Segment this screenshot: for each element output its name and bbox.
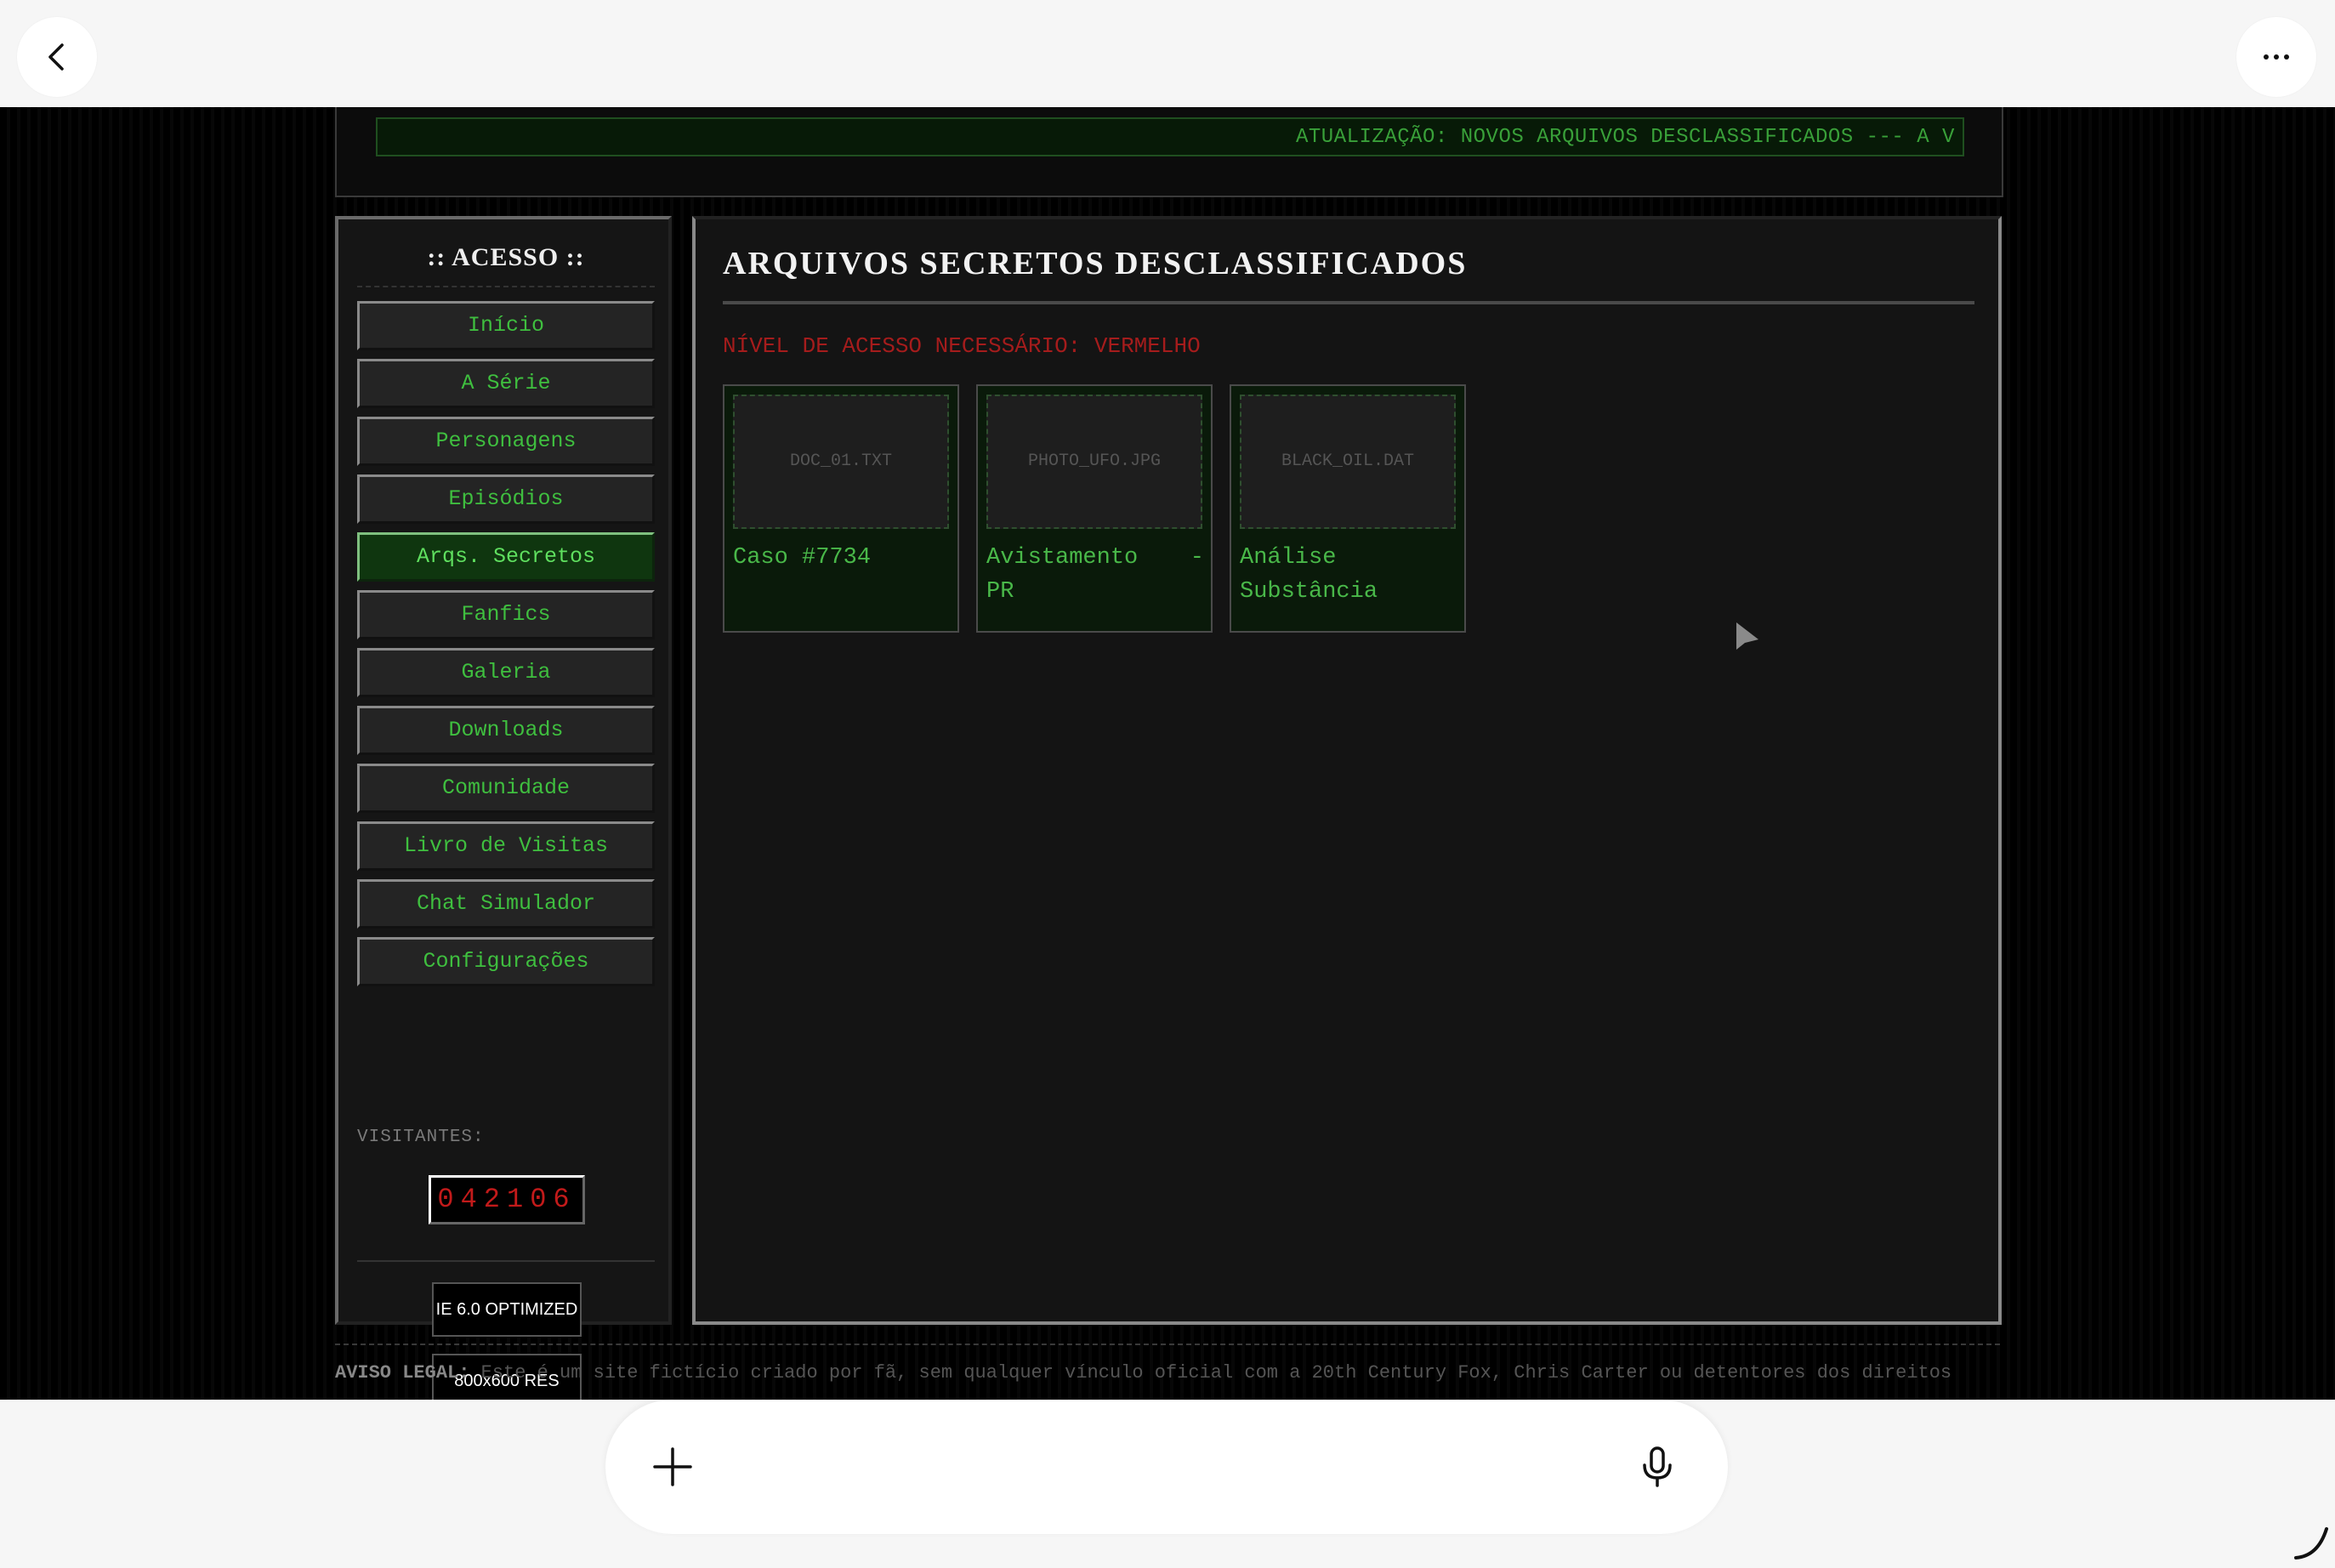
legal-label: AVISO LEGAL: bbox=[335, 1362, 470, 1383]
sidebar: :: ACESSO :: Início A Série Personagens … bbox=[335, 216, 672, 1408]
footer-divider bbox=[335, 1344, 2000, 1345]
bottom-bar bbox=[0, 1400, 2335, 1568]
nav-item-downloads[interactable]: Downloads bbox=[357, 706, 655, 755]
file-thumbnail: DOC_01.TXT bbox=[733, 395, 949, 529]
nav-item-configuracoes[interactable]: Configurações bbox=[357, 937, 655, 986]
ie-optimized-badge: IE 6.0 OPTIMIZED bbox=[432, 1282, 582, 1337]
file-label: Avistamento - PR bbox=[986, 545, 1204, 605]
visitors-label: VISITANTES: bbox=[357, 1128, 485, 1147]
nav-item-fanfics[interactable]: Fanfics bbox=[357, 590, 655, 639]
nav-item-livro-de-visitas[interactable]: Livro de Visitas bbox=[357, 821, 655, 871]
cursor-icon bbox=[1736, 622, 1758, 650]
microphone-icon[interactable] bbox=[1634, 1444, 1680, 1490]
top-app-bar bbox=[0, 0, 2335, 107]
plus-icon[interactable] bbox=[650, 1444, 696, 1490]
sidebar-title: :: ACESSO :: bbox=[427, 243, 585, 271]
nav-item-chat-simulador[interactable]: Chat Simulador bbox=[357, 879, 655, 929]
more-options-button[interactable] bbox=[2236, 17, 2316, 97]
ticker-container: ATUALIZAÇÃO: NOVOS ARQUIVOS DESCLASSIFIC… bbox=[335, 107, 2003, 197]
visitor-counter: 042106 bbox=[429, 1175, 585, 1224]
ellipsis-icon bbox=[2264, 54, 2289, 60]
page-title: ARQUIVOS SECRETOS DESCLASSIFICADOS bbox=[723, 246, 1468, 281]
file-thumbnail: BLACK_OIL.DAT bbox=[1240, 395, 1456, 529]
nav-item-inicio[interactable]: Início bbox=[357, 301, 655, 350]
news-ticker: ATUALIZAÇÃO: NOVOS ARQUIVOS DESCLASSIFIC… bbox=[376, 117, 1964, 156]
title-divider bbox=[723, 301, 1974, 304]
main-content: ARQUIVOS SECRETOS DESCLASSIFICADOS NÍVEL… bbox=[692, 216, 2002, 1325]
file-card[interactable]: BLACK_OIL.DAT Análise Substância bbox=[1230, 384, 1466, 633]
legal-text: Este é um site fictício criado por fã, s… bbox=[480, 1362, 1952, 1383]
sidebar-divider-bottom bbox=[357, 1260, 655, 1262]
nav-item-a-serie[interactable]: A Série bbox=[357, 359, 655, 408]
file-card[interactable]: PHOTO_UFO.JPG Avistamento - PR bbox=[976, 384, 1213, 633]
nav-item-comunidade[interactable]: Comunidade bbox=[357, 764, 655, 813]
prompt-input[interactable] bbox=[605, 1400, 1728, 1534]
ticker-text: ATUALIZAÇÃO: NOVOS ARQUIVOS DESCLASSIFIC… bbox=[1296, 126, 1955, 149]
access-level-notice: NÍVEL DE ACESSO NECESSÁRIO: VERMELHO bbox=[723, 333, 1201, 359]
file-card[interactable]: DOC_01.TXT Caso #7734 bbox=[723, 384, 959, 633]
file-label: Análise Substância bbox=[1240, 545, 1378, 605]
web-page: ATUALIZAÇÃO: NOVOS ARQUIVOS DESCLASSIFIC… bbox=[0, 107, 2335, 1408]
resize-handle-icon[interactable] bbox=[2292, 1524, 2330, 1561]
file-thumbnail: PHOTO_UFO.JPG bbox=[986, 395, 1202, 529]
chevron-left-icon bbox=[48, 43, 64, 71]
nav-item-galeria[interactable]: Galeria bbox=[357, 648, 655, 697]
back-button[interactable] bbox=[17, 17, 97, 97]
nav-item-arqs-secretos[interactable]: Arqs. Secretos bbox=[357, 532, 655, 582]
sidebar-divider bbox=[357, 286, 655, 287]
nav-item-personagens[interactable]: Personagens bbox=[357, 417, 655, 466]
file-label: Caso #7734 bbox=[733, 545, 872, 571]
nav-item-episodios[interactable]: Episódios bbox=[357, 474, 655, 524]
